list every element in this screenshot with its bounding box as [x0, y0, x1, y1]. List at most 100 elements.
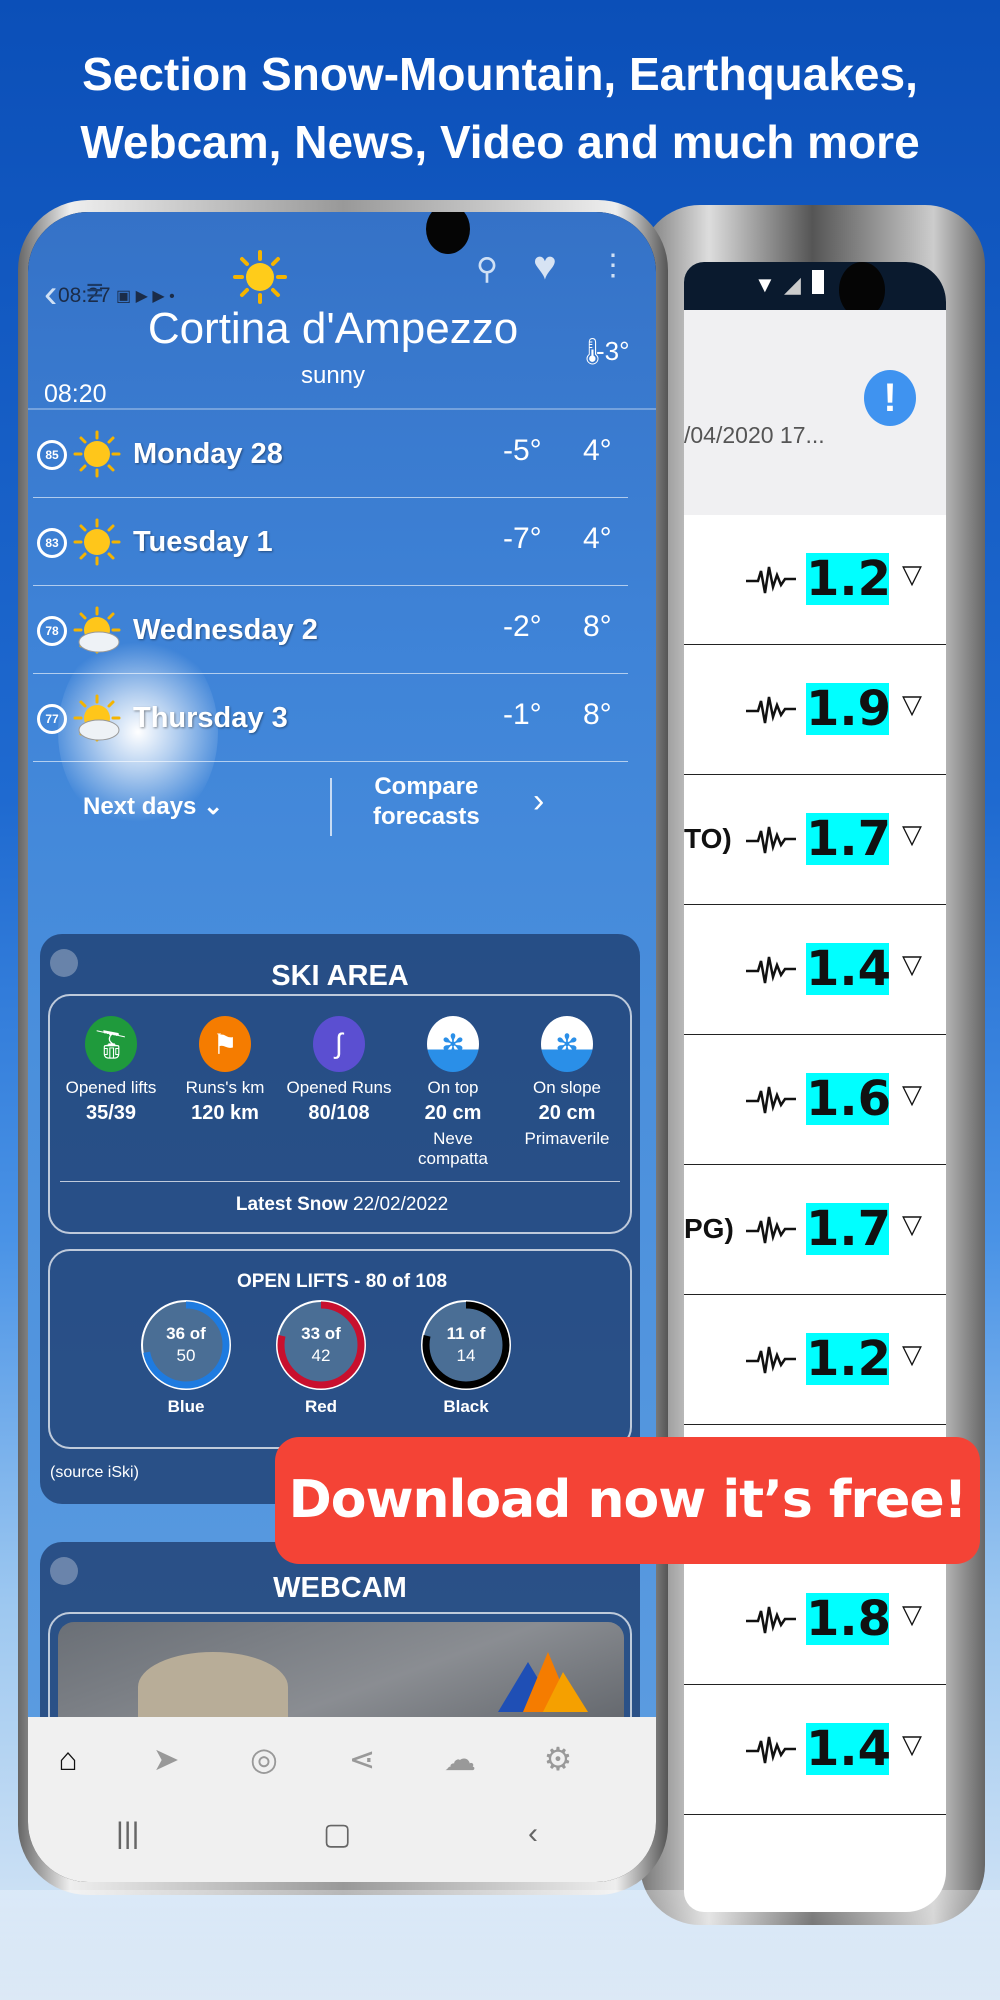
ring-text: 33 of 42	[301, 1324, 341, 1365]
seismograph-icon	[746, 1216, 796, 1244]
min-temp: -1°	[503, 698, 542, 731]
ski-stat: 🚡︎ Opened lifts 35/39	[56, 1016, 166, 1129]
day-name: Monday 28	[133, 438, 283, 470]
magnitude-badge: 1.8	[806, 1591, 892, 1647]
ski-stats-box: 🚡︎ Opened lifts 35/39 ⚑ Runs's km 120 km…	[48, 994, 632, 1234]
lift-ring: 33 of 42	[275, 1299, 367, 1391]
recent-apps-button[interactable]: |||	[116, 1817, 139, 1851]
divider	[28, 408, 656, 410]
more-icon[interactable]: ⋮	[598, 248, 628, 283]
score-badge: 83	[37, 528, 67, 558]
triangle-down-icon[interactable]: ▽	[902, 1729, 922, 1760]
flag-icon: ⚑	[199, 1016, 251, 1072]
forecast-row[interactable]: 78 Wednesday 2 -2° 8°	[33, 588, 628, 674]
gear-icon[interactable]: ⚙	[538, 1739, 578, 1779]
open-lifts-title: OPEN LIFTS - 80 of 108	[236, 1271, 448, 1292]
magnitude-badge: 1.2	[806, 1331, 892, 1387]
forecast-actions: Next days ⌄ Compare forecasts ›	[33, 772, 628, 842]
divider	[60, 1181, 620, 1182]
stat-label: Runs's km	[185, 1078, 265, 1097]
earthquake-row[interactable]: 1.4 ▽	[684, 1685, 946, 1815]
home-icon[interactable]: ⌂	[48, 1739, 88, 1779]
latest-snow: Latest Snow 22/02/2022	[50, 1194, 634, 1216]
earthquake-row[interactable]: 1.2 ▽	[684, 1295, 946, 1425]
magnitude-badge: 1.2	[806, 551, 892, 607]
stat-value: 20 cm	[538, 1102, 596, 1124]
ring-text: 11 of 14	[446, 1324, 486, 1365]
ring-text: 36 of 50	[166, 1324, 206, 1365]
ski-stat: ✻ On slope 20 cm Primaverile	[512, 1016, 622, 1149]
stat-value: 120 km	[191, 1102, 259, 1124]
forecast-row[interactable]: 85 Monday 28 -5° 4°	[33, 412, 628, 498]
earthquake-row[interactable]: PG) 1.7 ▽	[684, 1165, 946, 1295]
magnitude-badge: 1.7	[806, 811, 892, 867]
webcam-image[interactable]	[58, 1622, 624, 1722]
cloud-chat-icon[interactable]: ☁	[440, 1739, 480, 1779]
ring-label: Black	[443, 1397, 489, 1416]
menu-icon[interactable]: ≡	[86, 274, 104, 308]
camera-icon	[426, 212, 470, 254]
webcam-box	[48, 1612, 632, 1722]
earthquake-row[interactable]: 1.2 ▽	[684, 515, 946, 645]
updated-time: 08:20	[44, 380, 107, 408]
ski-area-card: SKI AREA 🚡︎ Opened lifts 35/39 ⚑ Runs's …	[40, 934, 640, 1504]
magnitude-badge: 1.7	[806, 1201, 892, 1257]
seismograph-icon	[746, 696, 796, 724]
seismograph-icon	[746, 1736, 796, 1764]
score-badge: 78	[37, 616, 67, 646]
sun-icon	[73, 430, 121, 478]
ski-stat: ∫ Opened Runs 80/108	[284, 1016, 394, 1129]
next-days-button[interactable]: Next days ⌄	[83, 792, 223, 821]
earthquake-row[interactable]: TO) 1.7 ▽	[684, 775, 946, 905]
earthquake-header: ! /04/2020 17...	[684, 310, 946, 515]
stat-label: On slope	[532, 1078, 602, 1097]
download-banner[interactable]: Download now it’s free!	[275, 1437, 980, 1564]
triangle-down-icon[interactable]: ▽	[902, 1079, 922, 1110]
seismograph-icon	[746, 1086, 796, 1114]
chevron-right-icon[interactable]: ›	[533, 782, 544, 821]
max-temp: 8°	[583, 610, 612, 643]
triangle-down-icon[interactable]: ▽	[902, 949, 922, 980]
max-temp: 4°	[583, 522, 612, 555]
ski-area-title: SKI AREA	[271, 960, 409, 992]
earthquake-row[interactable]: 1.4 ▽	[684, 905, 946, 1035]
back-button[interactable]: ‹	[528, 1817, 538, 1851]
city-name: Cortina d'Ampezzo	[147, 304, 519, 353]
min-temp: -7°	[503, 522, 542, 555]
heart-icon[interactable]: ♥	[533, 244, 557, 289]
share-icon[interactable]: ⋖	[342, 1739, 382, 1779]
radar-icon[interactable]: ◎	[244, 1739, 284, 1779]
search-icon[interactable]: ⚲	[476, 252, 498, 287]
score-badge: 85	[37, 440, 67, 470]
stat-label: On top	[427, 1078, 479, 1097]
earthquake-row[interactable]: 1.8 ▽	[684, 1555, 946, 1685]
sun-icon	[73, 518, 121, 566]
signal-icon: ◢	[784, 272, 801, 297]
reflection	[0, 1890, 1000, 2000]
compare-forecasts-button[interactable]: Compare forecasts	[373, 772, 480, 832]
forecast-row[interactable]: 83 Tuesday 1 -7° 4°	[33, 500, 628, 586]
home-button[interactable]: ▢	[323, 1817, 351, 1852]
triangle-down-icon[interactable]: ▽	[902, 559, 922, 590]
run-icon: ∫	[313, 1016, 365, 1072]
triangle-down-icon[interactable]: ▽	[902, 1339, 922, 1370]
magnitude-badge: 1.9	[806, 681, 892, 737]
magnitude-badge: 1.6	[806, 1071, 892, 1127]
triangle-down-icon[interactable]: ▽	[902, 689, 922, 720]
triangle-down-icon[interactable]: ▽	[902, 819, 922, 850]
location-arrow-icon[interactable]: ➤	[146, 1739, 186, 1779]
snowflake-icon: ✻	[427, 1016, 479, 1072]
earthquake-row[interactable]: 1.6 ▽	[684, 1035, 946, 1165]
compare-label-2: forecasts	[373, 803, 480, 830]
min-temp: -2°	[503, 610, 542, 643]
magnitude-badge: 1.4	[806, 941, 892, 997]
gondola-icon: 🚡︎	[85, 1016, 137, 1072]
logo-icon	[498, 1652, 588, 1712]
sun-cloud-icon	[73, 606, 121, 654]
earthquake-row[interactable]: 1.9 ▽	[684, 645, 946, 775]
divider	[330, 778, 332, 836]
triangle-down-icon[interactable]: ▽	[902, 1209, 922, 1240]
triangle-down-icon[interactable]: ▽	[902, 1599, 922, 1630]
forecast-row[interactable]: 77 Thursday 3 -1° 8°	[33, 676, 628, 762]
exclamation-icon[interactable]: !	[864, 370, 916, 426]
